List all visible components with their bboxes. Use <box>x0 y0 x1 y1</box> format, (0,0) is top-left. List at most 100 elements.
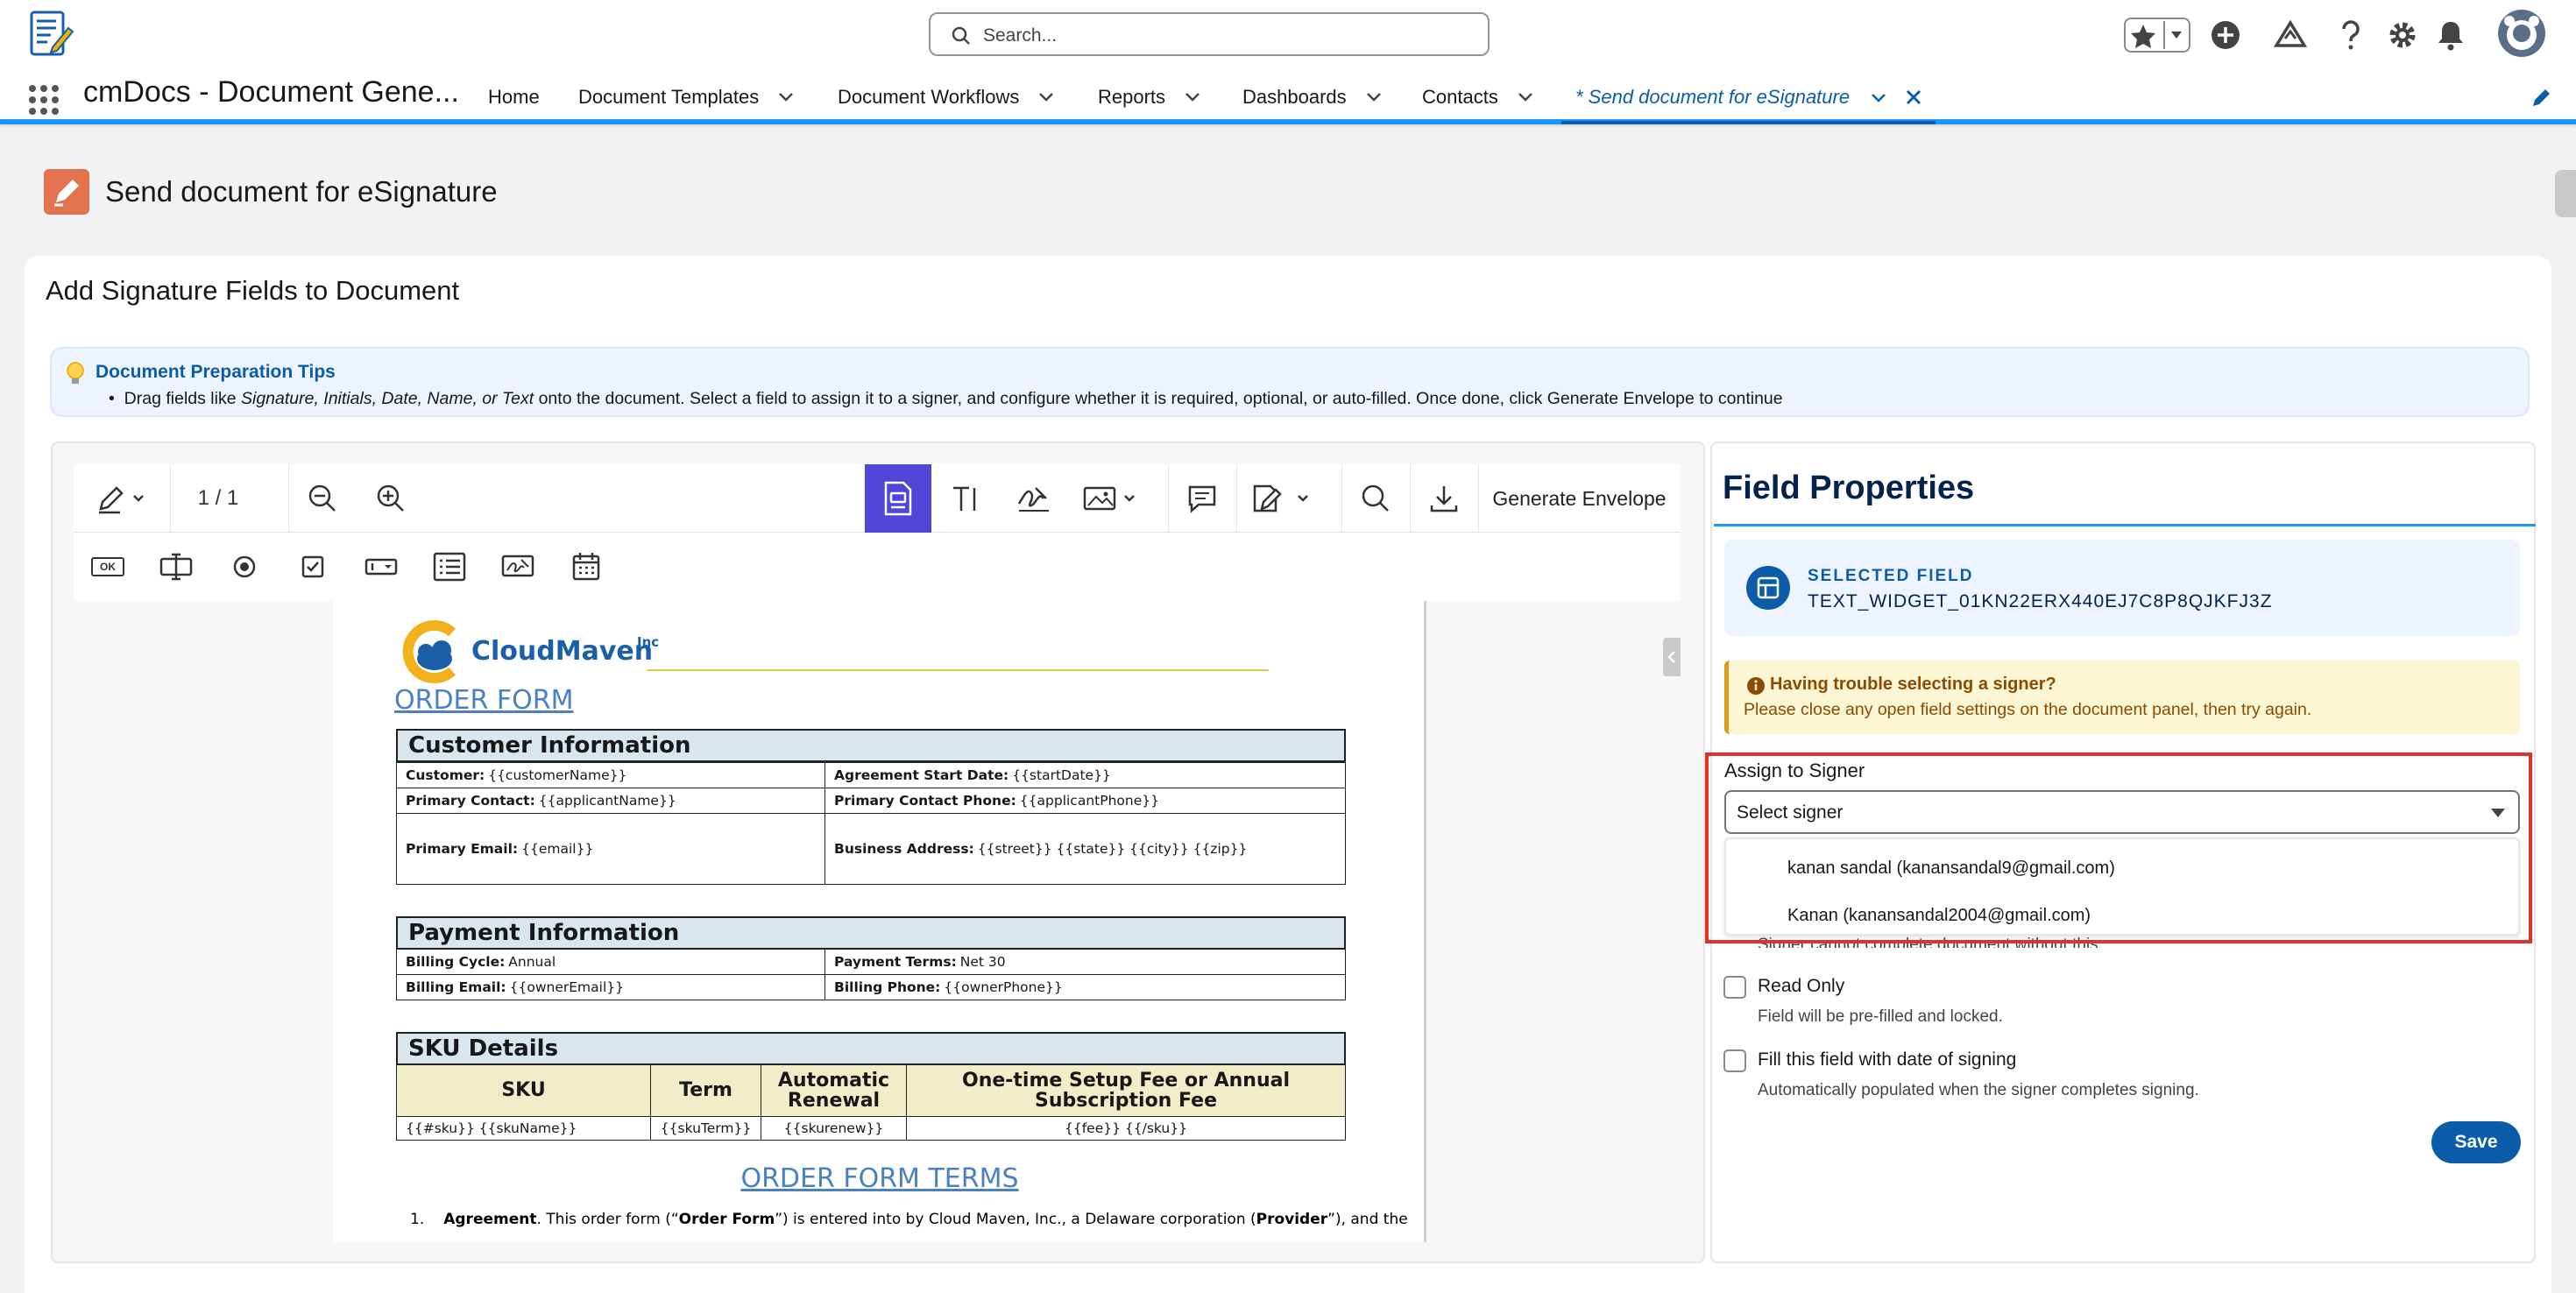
selected-field-card <box>1724 540 2520 636</box>
chevron-down-icon[interactable] <box>1366 92 1382 102</box>
read-only-help: Field will be pre-filled and locked. <box>1758 1007 2003 1026</box>
global-actions-icon[interactable] <box>2210 19 2241 51</box>
app-launcher-icon[interactable] <box>28 84 60 116</box>
fill-sign-icon <box>1253 484 1308 512</box>
terms-text-1: . This order form (“ <box>536 1211 679 1228</box>
terms-text-3: ”), and the <box>1327 1211 1408 1228</box>
billing-cycle-cell[interactable]: Billing Cycle: Annual <box>396 949 825 975</box>
read-only-label: Read Only <box>1758 976 1845 996</box>
widget-grid-icon <box>1746 566 1790 610</box>
chevron-down-icon[interactable] <box>778 92 794 102</box>
signature-field-tool[interactable] <box>484 533 552 601</box>
image-tool-button[interactable] <box>1068 464 1156 533</box>
sku-header-sku: SKU <box>396 1064 651 1117</box>
nav-document-workflows[interactable]: Document Workflows <box>838 70 1054 124</box>
collapse-panel-handle[interactable] <box>1663 638 1681 676</box>
zoom-in-icon <box>377 484 404 512</box>
zoom-in-button[interactable] <box>357 464 425 533</box>
search-icon <box>952 26 971 46</box>
tab-chevron-down-icon[interactable] <box>1871 93 1886 103</box>
checkbox-field-tool[interactable] <box>279 533 347 601</box>
search-icon <box>1362 484 1389 512</box>
primary-email-label: Primary Email: <box>406 841 519 857</box>
start-date-label: Agreement Start Date: <box>834 767 1009 783</box>
nav-reports-label: Reports <box>1098 86 1166 108</box>
sku-cell-term[interactable]: {{skuTerm}} <box>650 1116 761 1141</box>
app-logo-icon[interactable] <box>26 9 77 60</box>
generate-envelope-button[interactable]: Generate Envelope <box>1478 464 1681 533</box>
help-icon[interactable] <box>2338 19 2364 51</box>
tips-bullet: • <box>109 389 124 408</box>
ok-button-field-tool[interactable]: OK <box>74 533 142 601</box>
close-tab-icon[interactable] <box>1905 88 1922 106</box>
form-document-icon <box>884 481 912 516</box>
save-button[interactable]: Save <box>2431 1121 2521 1163</box>
comment-tool-button[interactable] <box>1168 464 1236 533</box>
tab-send-document[interactable]: * Send document for eSignature <box>1561 70 1936 124</box>
business-address-cell[interactable]: Business Address: {{street}} {{state}} {{… <box>824 813 1346 885</box>
payment-terms-cell[interactable]: Payment Terms: Net 30 <box>824 949 1346 975</box>
primary-phone-cell[interactable]: Primary Contact Phone: {{applicantPhone}} <box>824 788 1346 814</box>
nav-document-workflows-label: Document Workflows <box>838 86 1020 108</box>
nav-dashboards[interactable]: Dashboards <box>1242 70 1382 124</box>
text-input-field-tool[interactable] <box>142 533 210 601</box>
primary-email-cell[interactable]: Primary Email: {{email}} <box>396 813 825 885</box>
warning-info-icon <box>1746 676 1766 696</box>
dropdown-field-tool[interactable] <box>347 533 415 601</box>
primary-contact-cell[interactable]: Primary Contact: {{applicantName}} <box>396 788 825 814</box>
sku-cell-renew[interactable]: {{skurenew}} <box>761 1116 907 1141</box>
trailhead-icon[interactable] <box>2273 19 2308 51</box>
form-fields-tool-button[interactable] <box>865 464 931 533</box>
user-avatar[interactable] <box>2497 9 2546 58</box>
sku-cell-name[interactable]: {{#sku}} {{skuName}} <box>396 1116 651 1141</box>
customer-cell[interactable]: Customer: {{customerName}} <box>396 762 825 788</box>
list-box-icon <box>433 552 466 582</box>
global-search-input[interactable]: Search... <box>929 12 1490 56</box>
list-field-tool[interactable] <box>415 533 484 601</box>
logo-rule <box>647 669 1269 671</box>
search-placeholder: Search... <box>983 25 1058 46</box>
zoom-out-button[interactable] <box>288 464 357 533</box>
settings-gear-icon[interactable] <box>2387 19 2418 51</box>
primary-phone-label: Primary Contact Phone: <box>834 793 1016 809</box>
notifications-bell-icon[interactable] <box>2436 19 2466 51</box>
chevron-down-icon[interactable] <box>1038 92 1054 102</box>
comment-icon <box>1188 485 1216 513</box>
terms-bold-agreement: Agreement <box>443 1211 537 1228</box>
nav-contacts[interactable]: Contacts <box>1422 70 1533 124</box>
edit-nav-pencil-icon[interactable] <box>2530 88 2551 109</box>
page-indicator: 1 / 1 <box>197 486 239 510</box>
nav-document-templates[interactable]: Document Templates <box>578 70 794 124</box>
document-page[interactable]: CloudMaven Inc ORDER FORM Customer Infor… <box>333 601 1426 1242</box>
download-button[interactable] <box>1410 464 1478 533</box>
chevron-left-icon <box>1667 651 1675 663</box>
editor-toolbar-fields: OK <box>74 533 1681 601</box>
app-name: cmDocs - Document Gene... <box>83 75 459 109</box>
nav-home[interactable]: Home <box>488 70 540 124</box>
billing-email-cell[interactable]: Billing Email: {{ownerEmail}} <box>396 974 825 1000</box>
billing-cycle-value: Annual <box>508 954 556 970</box>
sku-header-renewal: Automatic Renewal <box>761 1064 907 1117</box>
signature-tool-button[interactable] <box>1000 464 1068 533</box>
fill-sign-tool-button[interactable] <box>1236 464 1333 533</box>
billing-cycle-label: Billing Cycle: <box>406 954 506 970</box>
tips-text-italic: Signature, Initials, Date, Name, or Text <box>240 389 534 408</box>
search-document-button[interactable] <box>1341 464 1410 533</box>
radio-field-tool[interactable] <box>210 533 279 601</box>
start-date-cell[interactable]: Agreement Start Date: {{startDate}} <box>824 762 1346 788</box>
annotate-tool-button[interactable] <box>74 464 170 533</box>
sku-cell-fee[interactable]: {{fee}} {{/sku}} <box>906 1116 1346 1141</box>
nav-reports[interactable]: Reports <box>1098 70 1200 124</box>
payment-section-heading: Payment Information <box>396 916 1346 950</box>
favorites-button[interactable] <box>2124 18 2190 53</box>
chevron-down-icon[interactable] <box>1518 92 1533 102</box>
read-only-checkbox[interactable] <box>1723 976 1746 999</box>
business-address-label: Business Address: <box>834 841 974 857</box>
date-field-tool[interactable] <box>552 533 620 601</box>
date-of-signing-checkbox[interactable] <box>1723 1049 1746 1072</box>
text-field-tool-button[interactable] <box>931 464 1000 533</box>
utility-side-tab[interactable] <box>2555 170 2576 217</box>
billing-phone-cell[interactable]: Billing Phone: {{ownerPhone}} <box>824 974 1346 1000</box>
chevron-down-icon[interactable] <box>1185 92 1200 102</box>
sku-section-heading: SKU Details <box>396 1032 1346 1065</box>
